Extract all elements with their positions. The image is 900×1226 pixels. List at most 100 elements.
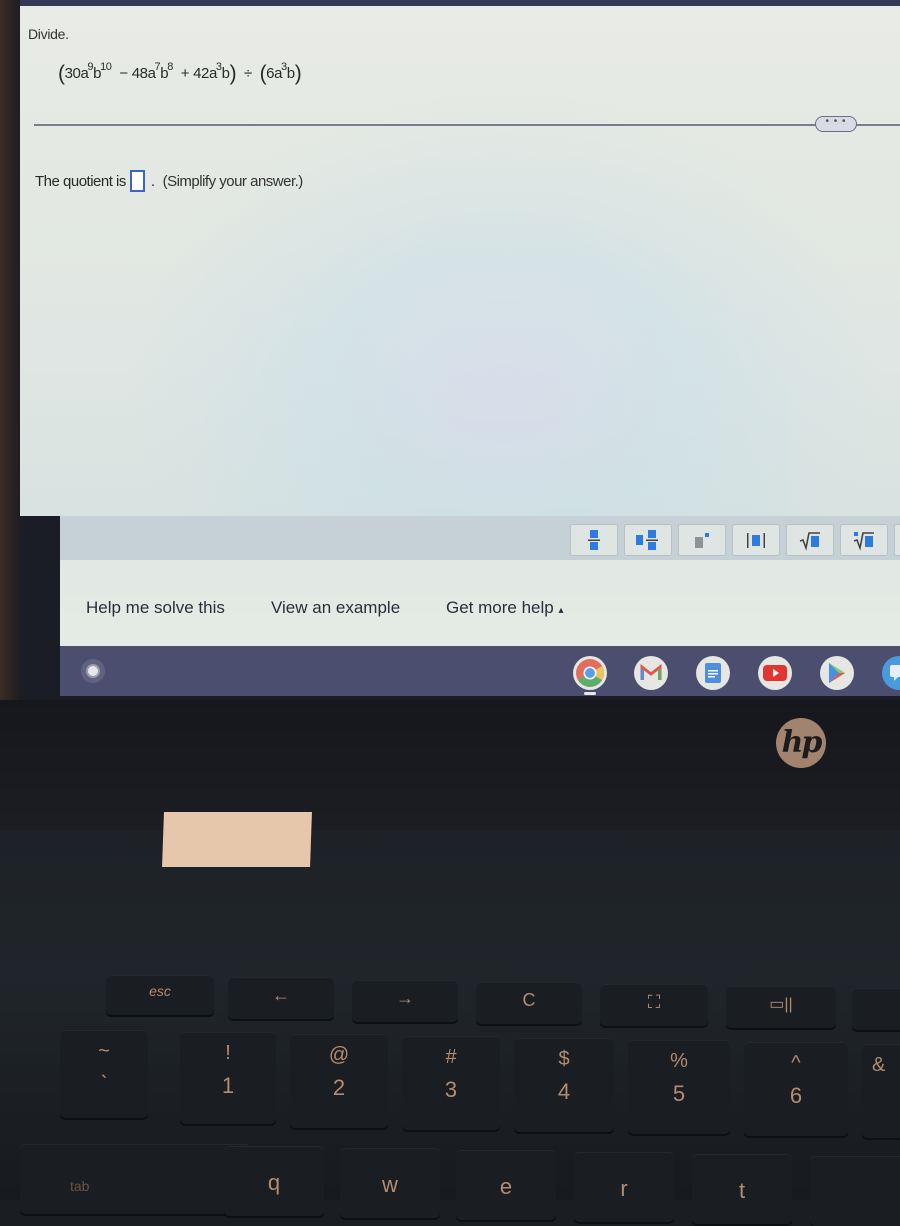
section-divider [34, 124, 900, 126]
key-forward[interactable]: → [352, 980, 458, 1022]
overview-icon: ▭|| [769, 996, 793, 1013]
operator: − [119, 65, 128, 82]
docs-icon [705, 663, 721, 683]
key-2[interactable]: @2 [290, 1034, 388, 1128]
shelf-app-gmail[interactable] [634, 656, 668, 690]
exponent-icon [695, 533, 709, 548]
forward-arrow-icon: → [396, 988, 414, 1008]
key-5[interactable]: % 5 [628, 1040, 730, 1134]
key-label: esc [149, 983, 171, 999]
key-shift-label: # [445, 1046, 457, 1068]
term-coef: 48a [131, 65, 156, 82]
term-coef: 30a [64, 65, 89, 82]
play-store-icon [829, 663, 845, 683]
key-shift-label: ^ [791, 1052, 801, 1074]
help-bar: Help me solve this View an example Get m… [60, 560, 900, 646]
key-q[interactable]: q [224, 1146, 324, 1216]
fullscreen-icon: ⛶ [647, 992, 661, 1012]
divide-operator: ÷ [243, 65, 252, 82]
square-root-button[interactable] [786, 524, 834, 556]
paren: ) [229, 62, 237, 85]
key-back[interactable]: ← [228, 977, 334, 1019]
shelf-app-messages[interactable] [882, 656, 900, 690]
key-shift-label: ~ [98, 1040, 110, 1062]
key-label: q [267, 1170, 281, 1195]
term-coef: 6a [266, 65, 283, 82]
shelf-app-youtube[interactable] [758, 656, 792, 690]
expand-more-button[interactable]: • • • [815, 116, 857, 132]
key-brightness[interactable] [852, 988, 900, 1030]
answer-input[interactable] [129, 170, 145, 192]
key-t[interactable]: t [692, 1154, 792, 1224]
key-label: t [738, 1178, 746, 1203]
key-overview[interactable]: ▭|| [726, 986, 836, 1028]
gmail-icon [640, 664, 662, 680]
caret-up-icon: ▴ [558, 605, 564, 616]
get-more-help-link[interactable]: Get more help ▴ [446, 598, 564, 618]
launcher-button[interactable] [81, 659, 105, 683]
paren: ) [294, 62, 302, 85]
operator: + [180, 65, 190, 82]
key-r[interactable]: r [574, 1152, 674, 1222]
refresh-icon: C [522, 990, 536, 1010]
chromeos-shelf [60, 646, 900, 696]
key-6[interactable]: ^ 6 [744, 1042, 848, 1136]
key-label: 4 [557, 1079, 571, 1104]
help-me-solve-link[interactable]: Help me solve this [86, 598, 225, 618]
exponent: 8 [167, 61, 173, 73]
key-e[interactable]: e [456, 1150, 556, 1220]
mixed-number-icon [636, 530, 658, 550]
math-toolbar [60, 516, 900, 560]
chrome-icon [576, 659, 604, 687]
key-shift-label: $ [558, 1048, 570, 1070]
view-example-link[interactable]: View an example [271, 598, 400, 618]
exponent: 10 [100, 61, 112, 73]
get-more-help-label: Get more help [446, 598, 554, 617]
youtube-icon [763, 665, 787, 681]
key-esc[interactable]: esc [106, 975, 214, 1015]
exponent: 3 [281, 61, 287, 73]
key-shift-label: & [872, 1054, 886, 1076]
term-var: b [286, 65, 295, 82]
key-1[interactable]: ! 1 [180, 1032, 276, 1124]
key-7[interactable]: & [862, 1044, 900, 1138]
toolbar-more-button[interactable] [894, 524, 900, 556]
answer-prefix: The quotient is [35, 172, 126, 190]
fraction-button[interactable] [570, 524, 618, 556]
nth-root-icon [853, 532, 874, 551]
key-label: w [382, 1172, 398, 1197]
key-y[interactable] [810, 1156, 900, 1226]
key-refresh[interactable]: C [476, 982, 582, 1024]
nth-root-button[interactable] [840, 524, 888, 556]
mixed-number-button[interactable] [624, 524, 672, 556]
key-label: r [620, 1176, 628, 1201]
answer-suffix: . [150, 172, 155, 190]
shelf-app-docs[interactable] [696, 656, 730, 690]
key-backtick[interactable]: ~ ` [60, 1030, 148, 1118]
simplify-hint: (Simplify your answer.) [162, 172, 304, 190]
absolute-value-button[interactable] [732, 524, 780, 556]
key-label: 1 [221, 1073, 235, 1098]
key-4[interactable]: $4 [514, 1038, 614, 1132]
key-w[interactable]: w [340, 1148, 440, 1218]
key-fullscreen[interactable]: ⛶ [600, 984, 708, 1026]
key-label: tab [70, 1178, 90, 1194]
shelf-app-chrome[interactable] [573, 656, 607, 690]
key-tab[interactable]: tab [20, 1144, 250, 1214]
messages-icon [890, 665, 900, 681]
exponent: 9 [87, 61, 94, 73]
laptop-lower-bezel [0, 700, 900, 840]
exponent-button[interactable] [678, 524, 726, 556]
instruction-text: Divide. [28, 26, 69, 42]
key-shift-label: @ [328, 1044, 350, 1066]
term-var: b [221, 65, 230, 82]
key-label: 3 [444, 1077, 458, 1102]
shelf-app-play-store[interactable] [820, 656, 854, 690]
fraction-icon [588, 530, 600, 550]
paren: ( [58, 62, 65, 85]
key-shift-label: % [670, 1050, 688, 1072]
back-arrow-icon: ← [272, 985, 290, 1005]
square-root-icon [799, 532, 820, 551]
active-app-indicator [584, 692, 596, 695]
key-3[interactable]: #3 [402, 1036, 500, 1130]
